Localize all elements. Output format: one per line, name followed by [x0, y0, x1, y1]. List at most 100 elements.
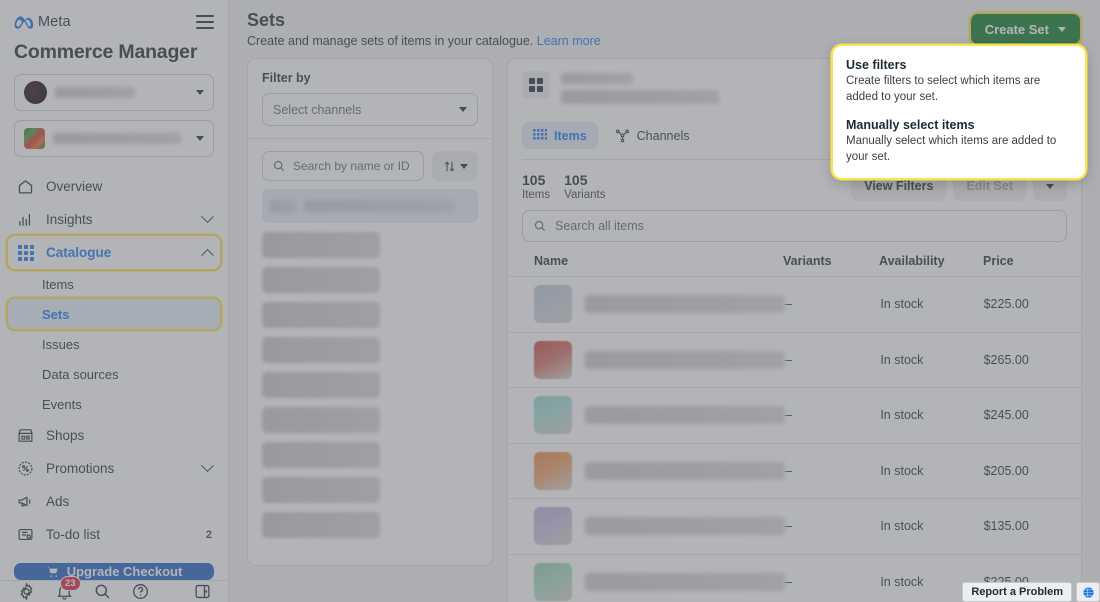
- popover-option-use-filters[interactable]: Use filters Create filters to select whi…: [846, 58, 1072, 105]
- chevron-down-icon: [1046, 183, 1054, 189]
- percent-badge-icon: [16, 459, 35, 478]
- set-list-item[interactable]: [262, 372, 380, 398]
- sidebar-item-label: Promotions: [46, 461, 115, 476]
- item-price: $205.00: [983, 463, 1029, 478]
- help-icon[interactable]: [130, 582, 150, 602]
- popover-option-manual-select[interactable]: Manually select items Manually select wh…: [846, 118, 1072, 165]
- set-list-item-selected[interactable]: [262, 189, 478, 223]
- search-all-items-input[interactable]: Search all items: [522, 210, 1067, 242]
- chevron-down-icon: [201, 210, 214, 224]
- learn-more-link[interactable]: Learn more: [537, 34, 601, 48]
- sidebar-nav: Overview Insights Catalogue Items Sets I…: [0, 166, 228, 551]
- item-variants: –: [785, 297, 792, 312]
- table-row[interactable]: – In stock $135.00: [508, 499, 1081, 555]
- item-availability: In stock: [880, 408, 924, 423]
- set-item-thumb-redacted: [270, 199, 296, 213]
- sidebar-item-label: To-do list: [46, 527, 101, 542]
- create-set-popover: Use filters Create filters to select whi…: [833, 46, 1085, 179]
- item-variants: –: [785, 463, 792, 478]
- chevron-down-icon: [1058, 26, 1066, 32]
- upgrade-checkout-button[interactable]: Upgrade Checkout: [14, 563, 214, 581]
- chevron-down-icon: [201, 459, 214, 473]
- chevron-down-icon: [196, 90, 204, 95]
- set-list-item[interactable]: [262, 232, 380, 258]
- sidebar-item-catalogue[interactable]: Catalogue: [8, 236, 220, 269]
- set-list-item[interactable]: [262, 302, 380, 328]
- tab-channels[interactable]: Channels: [604, 122, 701, 149]
- hamburger-menu-icon[interactable]: [196, 15, 214, 29]
- item-availability: In stock: [880, 463, 924, 478]
- sidebar-item-label: Catalogue: [46, 245, 112, 260]
- filter-panel: Filter by Select channels Search by name…: [247, 58, 493, 566]
- set-list-item[interactable]: [262, 477, 380, 503]
- table-row[interactable]: – In stock $245.00: [508, 388, 1081, 444]
- item-name-redacted: [585, 406, 785, 425]
- set-list: [248, 189, 492, 538]
- item-price: $265.00: [983, 352, 1029, 367]
- set-search-row: Search by name or ID: [248, 139, 492, 189]
- bell-icon[interactable]: 23: [54, 575, 81, 602]
- sidebar-item-events[interactable]: Events: [8, 389, 220, 419]
- item-thumbnail: [534, 285, 572, 324]
- channel-select[interactable]: Select channels: [262, 93, 478, 126]
- sidebar-item-data-sources[interactable]: Data sources: [8, 359, 220, 389]
- meta-logo: Meta: [14, 14, 71, 30]
- sidebar-item-sets[interactable]: Sets: [8, 299, 220, 329]
- set-list-item[interactable]: [262, 407, 380, 433]
- sidebar-item-issues[interactable]: Issues: [8, 329, 220, 359]
- business-name-redacted: [55, 87, 135, 98]
- set-grid-icon: [522, 71, 550, 99]
- sort-button[interactable]: [432, 151, 478, 181]
- set-search-input[interactable]: Search by name or ID: [262, 151, 424, 181]
- set-list-item[interactable]: [262, 267, 380, 293]
- search-icon[interactable]: [92, 582, 112, 602]
- table-row[interactable]: – In stock $225.00: [508, 277, 1081, 333]
- table-body: – In stock $225.00 – In stock $265.00 – In stoc…: [508, 277, 1081, 602]
- sidebar-item-insights[interactable]: Insights: [8, 203, 220, 236]
- bar-chart-icon: [16, 210, 35, 229]
- create-set-wrap: Create Set: [970, 14, 1080, 44]
- report-problem-button[interactable]: Report a Problem: [962, 582, 1072, 602]
- sidebar-subitem-label: Sets: [42, 306, 70, 322]
- set-list-item[interactable]: [262, 512, 380, 538]
- business-avatar: [24, 81, 47, 104]
- page-header: Sets Create and manage sets of items in …: [229, 0, 1100, 48]
- item-thumbnail: [534, 507, 572, 546]
- panel-toggle-icon[interactable]: [192, 582, 212, 602]
- catalogue-name-redacted: [53, 133, 181, 144]
- popover-option-desc: Create filters to select which items are…: [846, 75, 1041, 103]
- gear-icon[interactable]: [16, 582, 36, 602]
- sidebar-item-items[interactable]: Items: [8, 269, 220, 299]
- sidebar-item-overview[interactable]: Overview: [8, 170, 220, 203]
- view-filters-label: View Filters: [864, 179, 934, 193]
- item-name-redacted: [585, 517, 785, 536]
- grid-icon: [16, 243, 35, 262]
- sidebar-item-label: Overview: [46, 179, 103, 194]
- sidebar-item-shops[interactable]: Shops: [8, 419, 220, 452]
- channels-node-icon: [615, 129, 629, 143]
- business-account-selector[interactable]: [14, 74, 214, 111]
- table-row[interactable]: – In stock $205.00: [508, 444, 1081, 499]
- popover-option-title: Use filters: [846, 58, 907, 72]
- create-set-button[interactable]: Create Set: [970, 14, 1080, 44]
- upgrade-checkout-label: Upgrade Checkout: [66, 564, 183, 580]
- stat-label: Items: [522, 188, 551, 201]
- tab-items[interactable]: Items: [522, 122, 598, 149]
- globe-icon[interactable]: [1076, 582, 1100, 602]
- item-name-redacted: [585, 350, 785, 369]
- item-thumbnail: [534, 340, 572, 379]
- item-thumbnail: [534, 451, 572, 490]
- set-list-item[interactable]: [262, 337, 380, 363]
- sidebar-item-ads[interactable]: Ads: [8, 485, 220, 518]
- cart-icon: [46, 566, 58, 577]
- chevron-down-icon: [459, 107, 467, 112]
- catalogue-account-selector[interactable]: [14, 120, 214, 157]
- sidebar-item-todo-list[interactable]: To-do list 2: [8, 518, 220, 551]
- set-search-placeholder: Search by name or ID: [293, 159, 410, 173]
- meta-infinity-icon: [14, 15, 33, 29]
- sidebar-item-promotions[interactable]: Promotions: [8, 452, 220, 485]
- table-row[interactable]: – In stock $265.00: [508, 333, 1081, 388]
- popover-option-desc: Manually select which items are added to…: [846, 135, 1057, 163]
- search-icon: [534, 220, 546, 232]
- set-list-item[interactable]: [262, 442, 380, 468]
